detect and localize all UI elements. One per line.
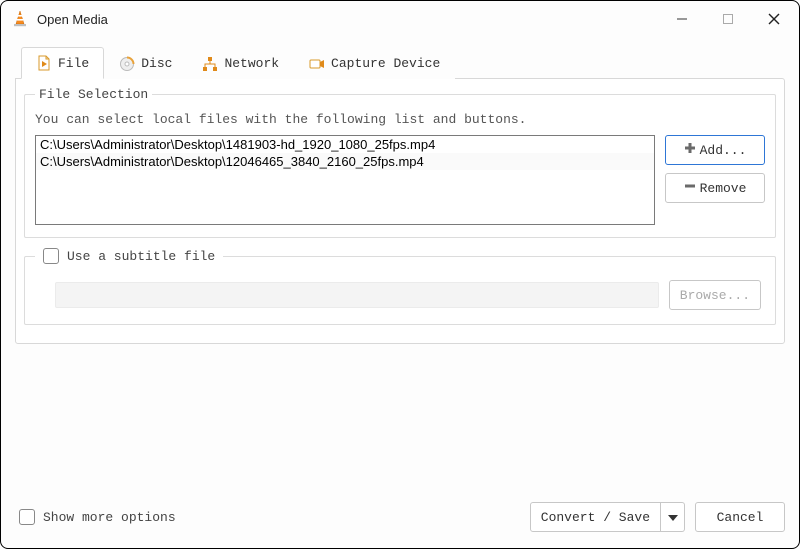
show-more-options-label: Show more options [43,510,176,525]
add-button-label: Add... [700,143,747,158]
use-subtitle-label: Use a subtitle file [67,249,215,264]
tab-disc[interactable]: Disc [104,47,187,79]
subtitle-path-field [55,282,659,308]
tab-disc-label: Disc [141,56,172,71]
disc-icon [119,56,135,72]
open-media-window: Open Media File Disc Network Capture Dev [0,0,800,549]
minus-icon [684,180,696,196]
tab-network-label: Network [224,56,279,71]
convert-save-dropdown[interactable] [661,502,685,532]
list-item[interactable]: C:\Users\Administrator\Desktop\1481903-h… [36,136,654,153]
tab-file[interactable]: File [21,47,104,79]
remove-button-label: Remove [700,181,747,196]
maximize-button[interactable] [705,3,751,35]
titlebar: Open Media [1,1,799,37]
convert-save-label: Convert / Save [541,510,650,525]
subtitle-group: Use a subtitle file Browse... [24,248,776,325]
minimize-button[interactable] [659,3,705,35]
cancel-button-label: Cancel [717,510,764,525]
file-selection-hint: You can select local files with the foll… [35,112,765,127]
use-subtitle-checkbox[interactable] [43,248,59,264]
content-area: File Disc Network Capture Device File Se… [1,37,799,492]
tab-capture-label: Capture Device [331,56,440,71]
browse-button-label: Browse... [680,288,750,303]
add-button[interactable]: Add... [665,135,765,165]
tab-network[interactable]: Network [187,47,294,79]
capture-device-icon [309,56,325,72]
chevron-down-icon [668,510,678,525]
remove-button[interactable]: Remove [665,173,765,203]
plus-icon [684,142,696,158]
tab-panel-file: File Selection You can select local file… [15,78,785,344]
file-selection-group: File Selection You can select local file… [24,87,776,238]
convert-save-button[interactable]: Convert / Save [530,502,661,532]
close-button[interactable] [751,3,797,35]
subtitle-legend: Use a subtitle file [35,248,223,264]
show-more-options-checkbox[interactable] [19,509,35,525]
media-tabs: File Disc Network Capture Device [21,47,785,79]
window-title: Open Media [37,12,659,27]
window-controls [659,3,797,35]
tab-capture-device[interactable]: Capture Device [294,47,455,79]
list-item[interactable]: C:\Users\Administrator\Desktop\12046465_… [36,153,654,170]
file-selection-legend: File Selection [35,87,152,102]
footer: Show more options Convert / Save Cancel [1,492,799,548]
file-icon [36,55,52,71]
cancel-button[interactable]: Cancel [695,502,785,532]
convert-save-split-button: Convert / Save [530,502,685,532]
browse-subtitle-button[interactable]: Browse... [669,280,761,310]
file-list[interactable]: C:\Users\Administrator\Desktop\1481903-h… [35,135,655,225]
vlc-cone-icon [11,10,29,28]
tab-file-label: File [58,56,89,71]
network-icon [202,56,218,72]
